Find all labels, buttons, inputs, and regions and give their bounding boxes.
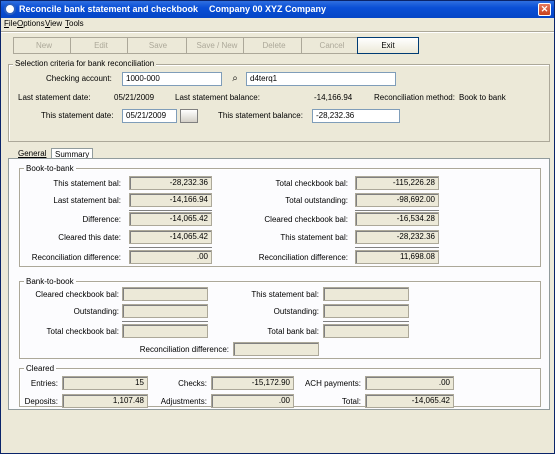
tab-general-label: General [18,149,47,158]
cleared-entries: 15 [62,376,148,390]
cleared-total-label: Total: [341,397,361,406]
delete-button[interactable]: Delete [243,37,305,54]
btb-right-divider [355,210,439,211]
b2b-outstanding2-label: Outstanding: [273,307,319,316]
btb-this-statement-bal: -28,232.36 [129,176,212,190]
b2b-total-checkbook-bal-label: Total checkbook bal: [46,327,120,336]
calendar-icon[interactable] [180,109,198,123]
binoculars-icon[interactable]: ⌕ [227,72,243,86]
btb-reconciliation-difference-label: Reconciliation difference: [31,253,121,262]
close-icon[interactable]: ✕ [538,3,551,16]
cleared-adjustments: .00 [211,394,294,408]
cleared-entries-label: Entries: [30,379,58,388]
b2b-outstanding2 [323,304,409,318]
this-statement-balance-input[interactable]: -28,232.36 [312,109,400,123]
b2b-cleared-checkbook-bal-label: Cleared checkbook bal: [35,290,119,299]
b2b-total-bank-bal [323,324,409,338]
b2b-outstanding-label: Outstanding: [73,307,119,316]
btb-cleared-this-date-label: Cleared this date: [58,233,121,242]
cleared-checks: -15,172.90 [211,376,294,390]
cleared-deposits: 1,107.48 [62,394,148,408]
menu-file[interactable]: File [4,19,17,28]
last-statement-date-value: 05/21/2009 [114,93,155,102]
b2b-this-statement-bal [323,287,409,301]
btb-cleared-this-date: -14,065.42 [129,230,212,244]
btb-this-statement-bal2-label: This statement bal: [280,233,348,242]
menu-options[interactable]: Options [17,19,45,28]
save-new-button[interactable]: Save / New [186,37,248,54]
window-title: Reconcile bank statement and checkbook [19,4,199,14]
menu-view[interactable]: View [45,19,62,28]
cleared-deposits-label: Deposits: [24,397,58,406]
last-statement-date-label: Last statement date: [18,93,91,102]
selection-criteria-label: Selection criteria for bank reconciliati… [13,59,157,68]
checking-account-input[interactable]: 1000-000 [122,72,222,86]
cleared-total: -14,065.42 [365,394,454,408]
btb-last-statement-bal-label: Last statement bal: [53,196,121,205]
main-window: Reconcile bank statement and checkbook C… [0,0,555,454]
btb-right-divider-2 [355,247,439,248]
btb-left-divider-2 [129,247,212,248]
menu-tools[interactable]: Tools [65,19,84,28]
this-statement-date-input[interactable]: 05/21/2009 [122,109,177,123]
b2b-left-divider [122,321,208,322]
b2b-reconciliation-difference-label: Reconciliation difference: [139,345,229,354]
btb-total-checkbook-bal-label: Total checkbook bal: [275,179,349,188]
edit-button[interactable]: Edit [70,37,132,54]
app-icon [4,3,16,15]
new-button[interactable]: New [13,37,75,54]
b2b-total-bank-bal-label: Total bank bal: [267,327,319,336]
this-statement-balance-label: This statement balance: [218,111,303,120]
save-button[interactable]: Save [127,37,189,54]
cleared-label: Cleared [24,364,57,373]
bank-to-book-label: Bank-to-book [24,277,76,286]
btb-total-checkbook-bal: -115,226.28 [355,176,439,190]
btb-total-outstanding-label: Total outstanding: [285,196,348,205]
b2b-total-checkbook-bal [122,324,208,338]
checking-account-label: Checking account: [46,74,112,83]
btb-reconciliation-difference: .00 [129,250,212,264]
last-statement-balance-label: Last statement balance: [175,93,260,102]
b2b-this-statement-bal-label: This statement bal: [251,290,319,299]
cleared-checks-label: Checks: [178,379,207,388]
cleared-ach-label: ACH payments: [304,379,361,388]
exit-button[interactable]: Exit [357,37,419,54]
btb-reconciliation-difference2-label: Reconciliation difference: [258,253,348,262]
btb-last-statement-bal: -14,166.94 [129,193,212,207]
b2b-reconciliation-difference [233,342,319,356]
toolbar-divider [1,31,554,33]
book-to-bank-label: Book-to-bank [24,164,76,173]
cleared-ach: .00 [365,376,454,390]
btb-cleared-checkbook-bal: -16,534.28 [355,212,439,226]
btb-this-statement-bal-label: This statement bal: [53,179,121,188]
company-name: Company 00 XYZ Company [209,4,327,14]
b2b-right-divider [323,321,409,322]
title-bar[interactable]: Reconcile bank statement and checkbook C… [1,1,554,18]
reconciliation-method-value: Book to bank [459,93,506,102]
btb-left-divider [129,210,212,211]
btb-reconciliation-difference2: 11,698.08 [355,250,439,264]
account-description: d4terq1 [246,72,396,86]
menu-bar: File Options View Tools [1,18,554,30]
btb-total-outstanding: -98,692.00 [355,193,439,207]
b2b-cleared-checkbook-bal [122,287,208,301]
btb-this-statement-bal2: -28,232.36 [355,230,439,244]
last-statement-balance-value: -14,166.94 [314,93,353,102]
this-statement-date-label: This statement date: [41,111,114,120]
reconciliation-method-label: Reconciliation method: [374,93,455,102]
btb-difference-label: Difference: [82,215,121,224]
btb-difference: -14,065.42 [129,212,212,226]
b2b-outstanding [122,304,208,318]
cancel-button[interactable]: Cancel [301,37,363,54]
cleared-adjustments-label: Adjustments: [160,397,207,406]
btb-cleared-checkbook-bal-label: Cleared checkbook bal: [264,215,348,224]
